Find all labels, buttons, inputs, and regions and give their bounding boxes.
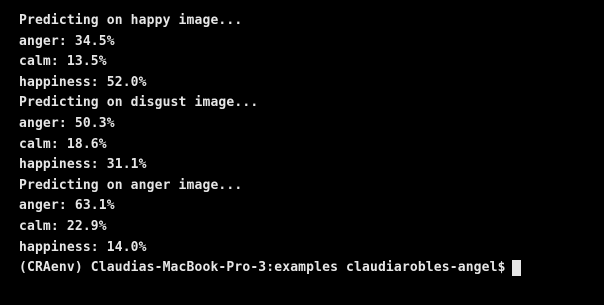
terminal-output-line: calm: 18.6% bbox=[19, 136, 107, 152]
terminal-output-line: anger: 50.3% bbox=[19, 115, 115, 131]
terminal-output-line: Predicting on happy image... bbox=[19, 13, 243, 28]
terminal-output-line: calm: 22.9% bbox=[19, 218, 107, 234]
shell-prompt-line[interactable]: (CRAenv) Claudias-MacBook-Pro-3:examples… bbox=[19, 258, 604, 279]
terminal-output-line: anger: 63.1% bbox=[19, 198, 115, 214]
terminal-window[interactable]: Predicting on happy image... anger: 34.5… bbox=[0, 0, 604, 305]
terminal-output-line: happiness: 31.1% bbox=[19, 157, 147, 173]
terminal-output-line: calm: 13.5% bbox=[19, 54, 107, 70]
terminal-output-line: Predicting on anger image... bbox=[19, 177, 243, 193]
terminal-output-line: happiness: 14.0% bbox=[19, 239, 147, 255]
shell-prompt: (CRAenv) Claudias-MacBook-Pro-3:examples… bbox=[19, 260, 506, 276]
text-cursor bbox=[511, 260, 521, 277]
terminal-output-line: Predicting on disgust image... bbox=[19, 95, 259, 111]
terminal-output-line: happiness: 52.0% bbox=[19, 74, 147, 90]
terminal-output-line: anger: 34.5% bbox=[19, 33, 115, 49]
